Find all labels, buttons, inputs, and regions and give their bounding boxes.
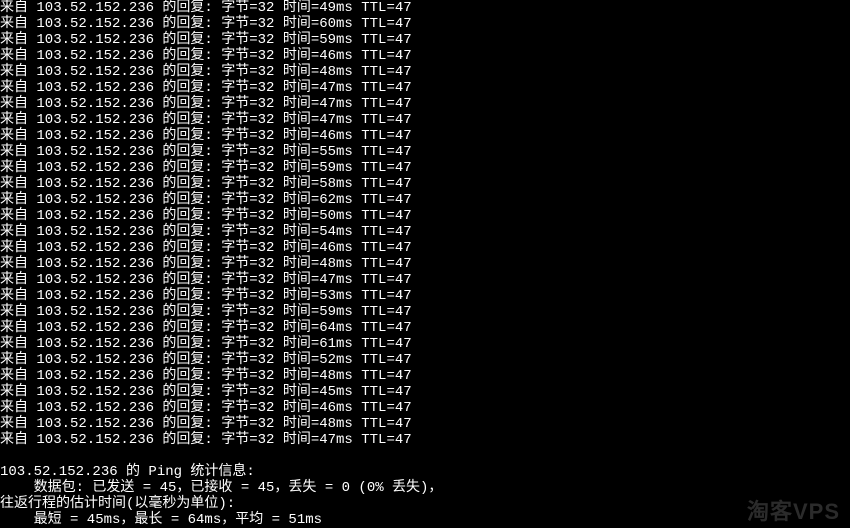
ping-reply-line: 来自 103.52.152.236 的回复: 字节=32 时间=46ms TTL…: [0, 400, 850, 416]
ping-stats-rtt-header: 往返行程的估计时间(以毫秒为单位):: [0, 496, 850, 512]
ping-stats-header: 103.52.152.236 的 Ping 统计信息:: [0, 464, 850, 480]
ping-reply-line: 来自 103.52.152.236 的回复: 字节=32 时间=48ms TTL…: [0, 64, 850, 80]
ping-reply-line: 来自 103.52.152.236 的回复: 字节=32 时间=59ms TTL…: [0, 32, 850, 48]
ping-reply-line: 来自 103.52.152.236 的回复: 字节=32 时间=47ms TTL…: [0, 112, 850, 128]
ping-reply-line: 来自 103.52.152.236 的回复: 字节=32 时间=47ms TTL…: [0, 432, 850, 448]
blank-line: [0, 448, 850, 464]
ping-reply-line: 来自 103.52.152.236 的回复: 字节=32 时间=45ms TTL…: [0, 384, 850, 400]
ping-reply-line: 来自 103.52.152.236 的回复: 字节=32 时间=58ms TTL…: [0, 176, 850, 192]
ping-stats-rtt-values: 最短 = 45ms，最长 = 64ms，平均 = 51ms: [0, 512, 850, 528]
ping-stats-packets: 数据包: 已发送 = 45，已接收 = 45，丢失 = 0 (0% 丢失)，: [0, 480, 850, 496]
ping-reply-line: 来自 103.52.152.236 的回复: 字节=32 时间=54ms TTL…: [0, 224, 850, 240]
ping-reply-line: 来自 103.52.152.236 的回复: 字节=32 时间=55ms TTL…: [0, 144, 850, 160]
ping-reply-line: 来自 103.52.152.236 的回复: 字节=32 时间=60ms TTL…: [0, 16, 850, 32]
ping-reply-line: 来自 103.52.152.236 的回复: 字节=32 时间=62ms TTL…: [0, 192, 850, 208]
ping-reply-line: 来自 103.52.152.236 的回复: 字节=32 时间=50ms TTL…: [0, 208, 850, 224]
ping-reply-line: 来自 103.52.152.236 的回复: 字节=32 时间=46ms TTL…: [0, 128, 850, 144]
ping-reply-line: 来自 103.52.152.236 的回复: 字节=32 时间=59ms TTL…: [0, 160, 850, 176]
ping-reply-line: 来自 103.52.152.236 的回复: 字节=32 时间=49ms TTL…: [0, 0, 850, 16]
ping-reply-line: 来自 103.52.152.236 的回复: 字节=32 时间=64ms TTL…: [0, 320, 850, 336]
ping-reply-line: 来自 103.52.152.236 的回复: 字节=32 时间=53ms TTL…: [0, 288, 850, 304]
ping-reply-line: 来自 103.52.152.236 的回复: 字节=32 时间=59ms TTL…: [0, 304, 850, 320]
ping-reply-line: 来自 103.52.152.236 的回复: 字节=32 时间=46ms TTL…: [0, 48, 850, 64]
ping-reply-line: 来自 103.52.152.236 的回复: 字节=32 时间=46ms TTL…: [0, 240, 850, 256]
ping-reply-line: 来自 103.52.152.236 的回复: 字节=32 时间=47ms TTL…: [0, 96, 850, 112]
ping-reply-line: 来自 103.52.152.236 的回复: 字节=32 时间=48ms TTL…: [0, 368, 850, 384]
terminal-output: 来自 103.52.152.236 的回复: 字节=32 时间=49ms TTL…: [0, 0, 850, 528]
ping-reply-line: 来自 103.52.152.236 的回复: 字节=32 时间=52ms TTL…: [0, 352, 850, 368]
ping-reply-line: 来自 103.52.152.236 的回复: 字节=32 时间=47ms TTL…: [0, 80, 850, 96]
ping-reply-line: 来自 103.52.152.236 的回复: 字节=32 时间=47ms TTL…: [0, 272, 850, 288]
ping-reply-line: 来自 103.52.152.236 的回复: 字节=32 时间=61ms TTL…: [0, 336, 850, 352]
ping-reply-line: 来自 103.52.152.236 的回复: 字节=32 时间=48ms TTL…: [0, 256, 850, 272]
ping-reply-line: 来自 103.52.152.236 的回复: 字节=32 时间=48ms TTL…: [0, 416, 850, 432]
